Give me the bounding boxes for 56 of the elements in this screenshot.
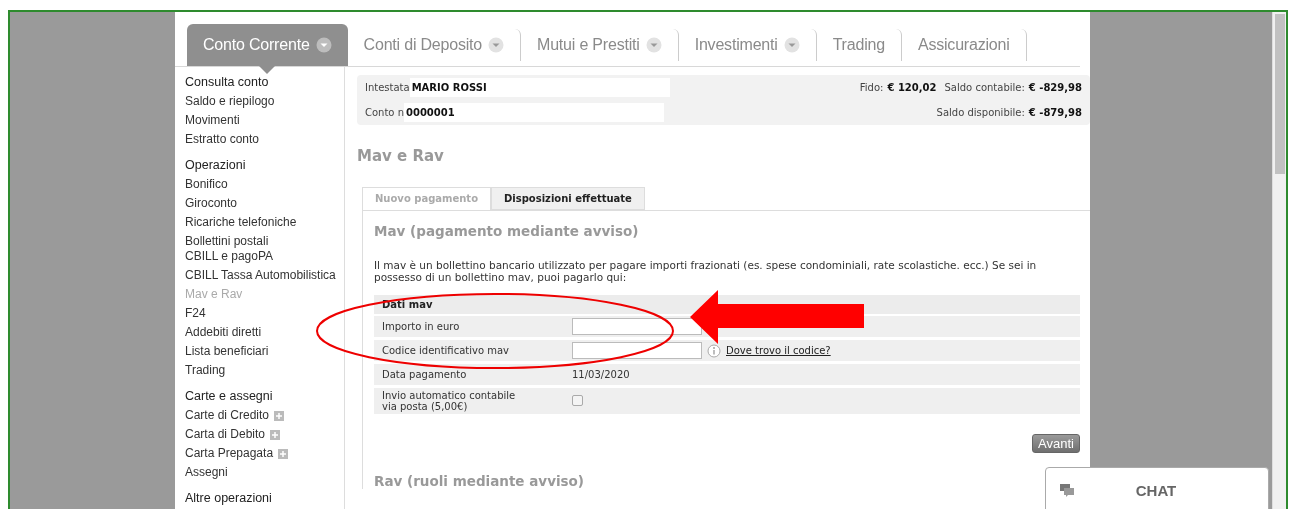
sidebar-heading: Altre operazioni — [185, 491, 273, 505]
code-field[interactable] — [572, 342, 702, 359]
sidebar-item[interactable]: Giroconto — [185, 194, 344, 213]
available-label: Saldo disponibile: — [936, 107, 1025, 118]
sidebar-item[interactable]: Saldo e riepilogo — [185, 92, 344, 111]
plus-icon[interactable] — [270, 429, 281, 440]
tab-pointer-icon — [259, 66, 276, 74]
sidebar-item[interactable]: F24 — [185, 304, 344, 323]
next-button[interactable]: Avanti — [1032, 434, 1080, 453]
balance-label: Saldo contabile: — [944, 82, 1025, 93]
sidebar-item[interactable]: CBILL Tassa Automobilistica — [185, 266, 344, 285]
sidebar-item[interactable]: Addebiti diretti — [185, 323, 344, 342]
account-number-label: Conto n — [365, 107, 404, 118]
section-title: Mav (pagamento mediante avviso) — [374, 223, 640, 239]
sidebar-heading: Carte e assegni — [185, 389, 274, 403]
credit-amount: € 120,02 — [887, 82, 937, 93]
chat-widget[interactable]: CHAT — [1045, 467, 1269, 509]
holder-name: MARIO ROSSI — [409, 78, 670, 97]
credit-label: Fido: — [859, 82, 884, 93]
nav-tab[interactable]: Investimenti — [678, 29, 817, 61]
sidebar-item[interactable]: Bollettini postali CBILL e pagoPA — [185, 232, 344, 266]
page-title: Mav e Rav — [357, 147, 445, 165]
sidebar-item[interactable]: Lista beneficiari — [185, 342, 344, 361]
sidebar-item[interactable]: Movimenti — [185, 111, 344, 130]
section-title: Rav (ruoli mediante avviso) — [374, 473, 586, 489]
nav-tab[interactable]: Conti di Deposito — [347, 29, 522, 61]
sidebar-heading: Operazioni — [185, 158, 247, 172]
chat-icon — [1060, 483, 1074, 497]
holder-label: Intestata — [365, 82, 410, 93]
info-icon — [707, 343, 721, 358]
help-link[interactable]: Dove trovo il codice? — [726, 345, 831, 356]
plus-icon[interactable] — [274, 410, 285, 421]
balance-amount: € -829,98 — [1028, 82, 1082, 93]
sidebar-item[interactable]: Ricariche telefoniche — [185, 213, 344, 232]
sidebar-item[interactable]: Carte di Credito — [185, 406, 344, 425]
sidebar-item[interactable]: Carta di Debito — [185, 425, 344, 444]
sidebar-item[interactable]: Bonifico — [185, 175, 344, 194]
sidebar-item[interactable]: Estratto conto — [185, 130, 344, 149]
sidebar-heading: Consulta conto — [185, 75, 270, 89]
available-amount: € -879,98 — [1028, 107, 1082, 118]
description: Il mav è un bollettino bancario utilizzato per pagare importi frazionati (es. spese condominiali, rate scolastiche. ecc.) Se sei in possesso di un bollettino mav, puoi pagarlo qui: — [374, 259, 1038, 283]
field-label: Importo in euro — [382, 321, 461, 332]
scrollbar[interactable] — [1272, 12, 1286, 509]
plus-icon[interactable] — [278, 448, 289, 459]
sidebar-item[interactable]: Assegni — [185, 463, 344, 482]
nav-tab[interactable]: Assicurazioni — [901, 29, 1027, 61]
account-number: 0000001 — [404, 103, 664, 122]
sidebar-item[interactable]: Carta Prepagata — [185, 444, 344, 463]
field-value: 11/03/2020 — [572, 369, 630, 380]
field-label: Invio automatico contabile via posta (5,00€) — [382, 390, 517, 412]
amount-field[interactable] — [572, 318, 702, 335]
sidebar-item[interactable]: Trading — [185, 361, 344, 380]
field-label: Codice identificativo mav — [382, 345, 510, 356]
field-label: Data pagamento — [382, 369, 468, 380]
content-tab[interactable]: Disposizioni effettuate — [491, 187, 645, 210]
checkbox[interactable] — [572, 394, 583, 406]
